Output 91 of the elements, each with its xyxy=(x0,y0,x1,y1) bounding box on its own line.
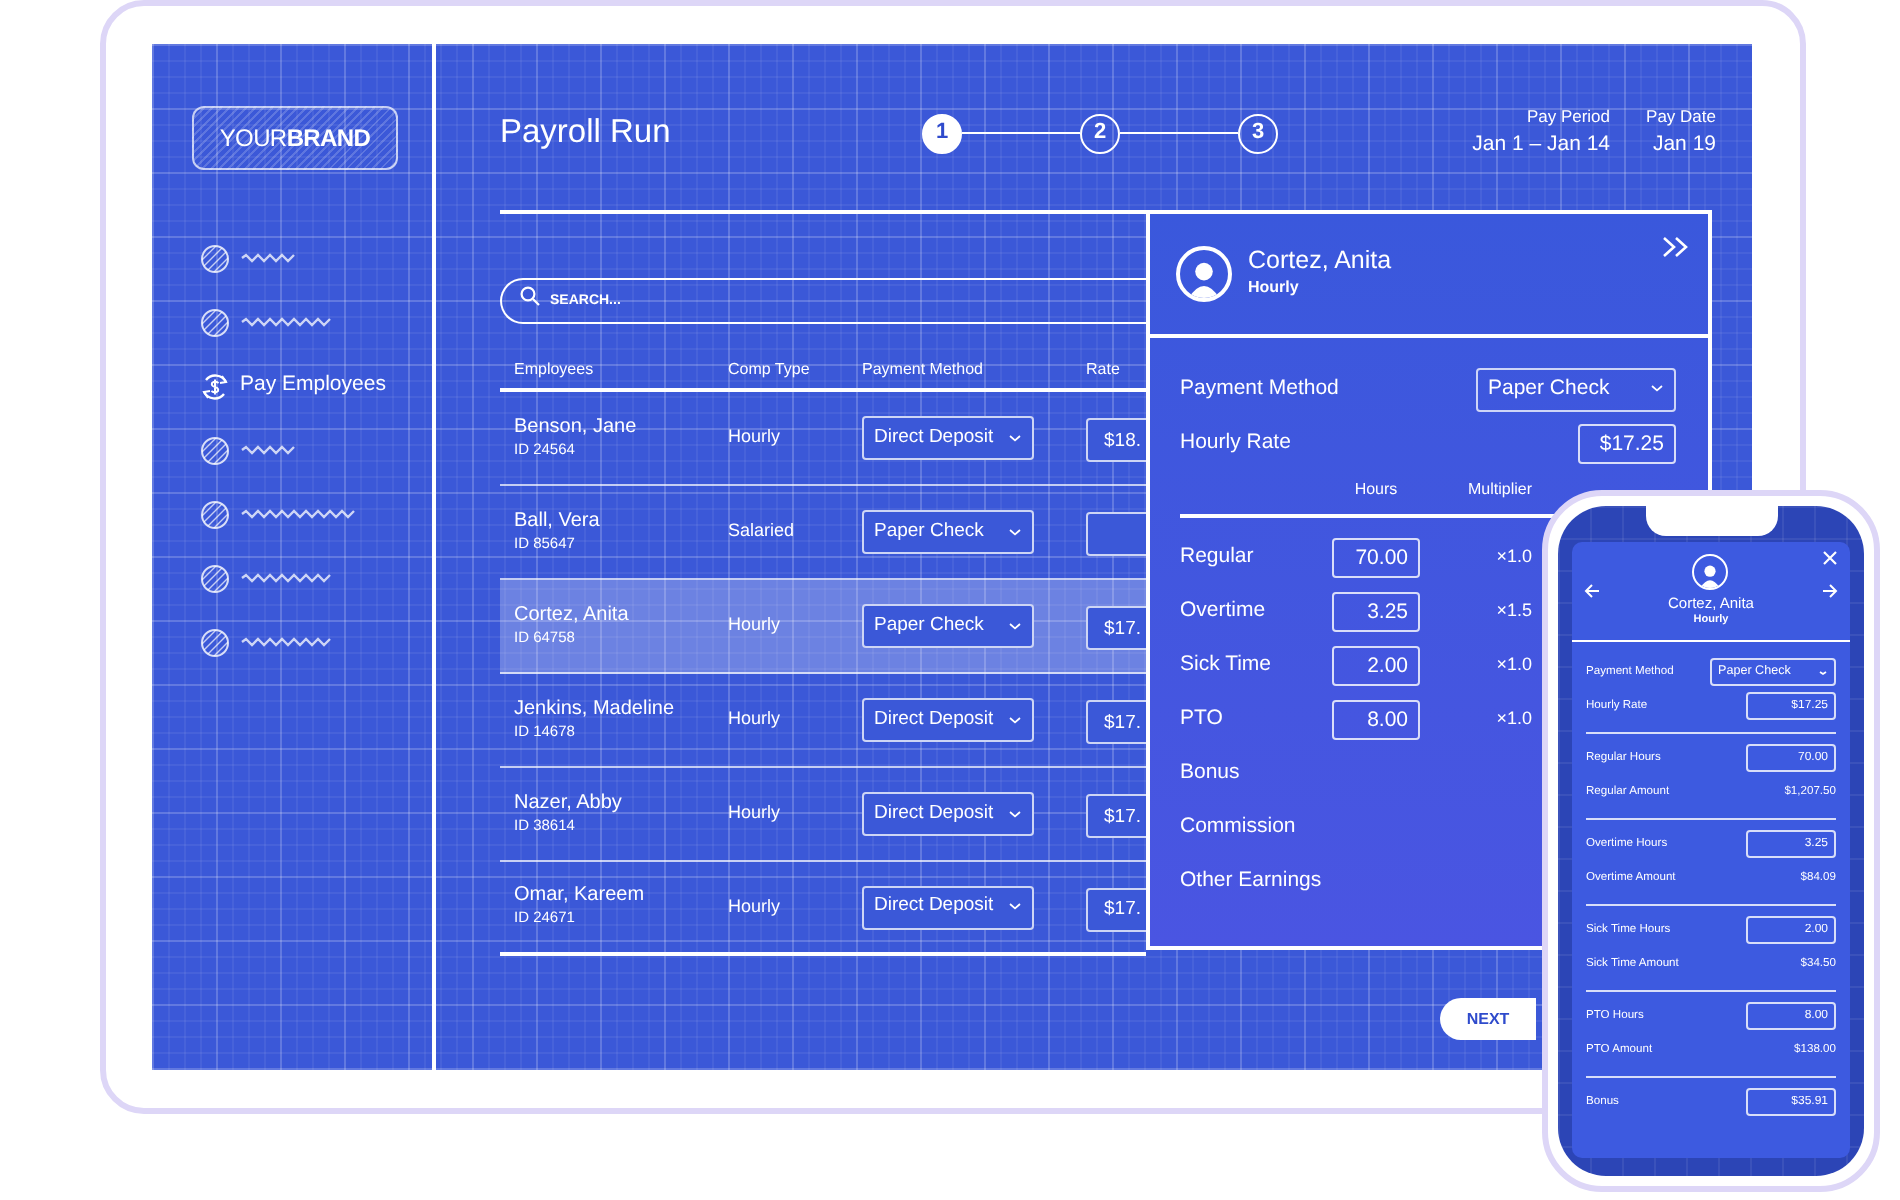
avatar-silhouette-icon xyxy=(1176,246,1232,302)
payment-method-select[interactable]: Direct Deposit xyxy=(862,416,1034,460)
earning-label: Sick Time xyxy=(1180,649,1274,680)
scribble-line xyxy=(240,508,360,520)
column-header: Comp Type xyxy=(728,358,812,382)
rate-field[interactable]: $17. xyxy=(1086,794,1146,839)
table-cell-text: Hourly xyxy=(728,612,783,639)
earning-label: Bonus xyxy=(1180,757,1242,788)
chevron-icon xyxy=(1008,621,1022,631)
phone-notch xyxy=(1645,506,1777,536)
multiplier-value: ×1.5 xyxy=(1494,597,1532,624)
hatched-circle-icon[interactable] xyxy=(200,307,230,337)
chevron-icon xyxy=(1008,902,1022,912)
employee-name: Cortez, Anita xyxy=(1248,248,1392,276)
employee-name: Omar, Kareem xyxy=(514,884,647,907)
scribble-line xyxy=(240,444,300,456)
employee-name: Nazer, Abby xyxy=(514,791,624,814)
hatched-circle-icon[interactable] xyxy=(200,435,230,465)
right-arrow-icon[interactable] xyxy=(1821,584,1838,599)
scribble-line xyxy=(240,572,336,584)
earning-label: Regular xyxy=(1180,541,1256,572)
table-cell-text: Hourly xyxy=(728,424,783,451)
chevron-icon xyxy=(1008,715,1022,725)
hours-field[interactable]: 2.00 xyxy=(1332,645,1420,685)
rate-field[interactable]: $17. xyxy=(1086,887,1146,932)
comp-type: Hourly xyxy=(1248,275,1301,300)
column-header: Multiplier xyxy=(1465,478,1532,502)
chevron-icon xyxy=(1008,433,1022,443)
hours-field[interactable]: 70.00 xyxy=(1332,537,1420,577)
hours-field[interactable]: 3.25 xyxy=(1332,591,1420,631)
left-arrow-icon[interactable] xyxy=(1584,584,1600,599)
payment-method-select[interactable]: Direct Deposit xyxy=(862,885,1034,929)
double-chevron-icon[interactable] xyxy=(1662,236,1688,258)
chevron-icon xyxy=(1650,384,1664,394)
info-value: Jan 1 – Jan 14 xyxy=(1472,130,1611,160)
payment-method-select[interactable]: Paper Check xyxy=(1476,367,1676,411)
rate-field[interactable]: $17. xyxy=(1086,700,1146,745)
table-cell-text: Salaried xyxy=(728,518,797,545)
payment-method-select[interactable]: Paper Check xyxy=(862,510,1034,554)
column-header: Employees xyxy=(514,358,596,382)
scribble-line xyxy=(240,636,336,648)
column-header: Rate xyxy=(1086,358,1122,382)
employee-name: Ball, Vera xyxy=(514,509,602,532)
payment-method-select[interactable]: Paper Check xyxy=(862,604,1034,648)
info-label: Pay Date xyxy=(1646,104,1716,130)
info-label: Pay Period xyxy=(1524,104,1611,130)
step-indicator[interactable]: 1 xyxy=(922,113,962,153)
next-button[interactable]: NEXT xyxy=(1440,998,1536,1040)
step-indicator[interactable]: 3 xyxy=(1238,113,1278,153)
employee-name: Cortez, Anita xyxy=(514,603,631,626)
payment-method-select[interactable]: Direct Deposit xyxy=(862,792,1034,836)
rate-field[interactable]: $17.25 xyxy=(1578,423,1676,463)
info-value: Jan 19 xyxy=(1650,130,1716,160)
chevron-icon xyxy=(1008,809,1022,819)
field-label: Payment Method xyxy=(1180,373,1339,404)
hatched-circle-icon[interactable] xyxy=(200,243,230,273)
payment-method-select[interactable]: Direct Deposit xyxy=(862,698,1034,742)
dollar-cycle-icon xyxy=(200,371,230,401)
chevron-icon xyxy=(1818,669,1828,675)
step-indicator[interactable]: 2 xyxy=(1080,113,1120,153)
employee-name: Benson, Jane xyxy=(514,415,639,438)
nav-link[interactable]: Pay Employees xyxy=(240,370,386,402)
scribble-line xyxy=(240,252,300,264)
employee-name: Jenkins, Madeline xyxy=(514,697,677,720)
rate-field[interactable]: $17. xyxy=(1086,606,1146,651)
brand-logo: YOURBRAND xyxy=(192,106,398,170)
hours-field[interactable]: 8.00 xyxy=(1332,699,1420,739)
earning-label: Overtime xyxy=(1180,595,1268,626)
hatched-circle-icon[interactable] xyxy=(200,499,230,529)
table-cell-text: Hourly xyxy=(728,800,783,827)
multiplier-value: ×1.0 xyxy=(1494,651,1532,678)
hatched-circle-icon[interactable] xyxy=(200,563,230,593)
hatched-circle-icon[interactable] xyxy=(200,627,230,657)
field-label: Hourly Rate xyxy=(1180,427,1291,458)
table-cell-text: Hourly xyxy=(728,893,783,920)
search-icon xyxy=(520,286,540,306)
multiplier-value: ×1.0 xyxy=(1494,705,1532,732)
close-icon[interactable] xyxy=(1822,550,1838,566)
table-cell-text: Hourly xyxy=(728,706,783,733)
earning-label: Commission xyxy=(1180,811,1298,842)
multiplier-value: ×1.0 xyxy=(1494,543,1532,570)
earning-label: Other Earnings xyxy=(1180,865,1324,896)
chevron-icon xyxy=(1008,527,1022,537)
earning-label: PTO xyxy=(1180,703,1225,734)
rate-field[interactable] xyxy=(1086,512,1146,557)
column-header: Hours xyxy=(1352,478,1400,502)
rate-field[interactable]: $18. xyxy=(1086,418,1146,463)
scribble-line xyxy=(240,316,336,328)
column-header: Payment Method xyxy=(862,358,985,382)
page-title: Payroll Run xyxy=(500,112,673,155)
avatar-silhouette-icon xyxy=(1692,554,1729,590)
